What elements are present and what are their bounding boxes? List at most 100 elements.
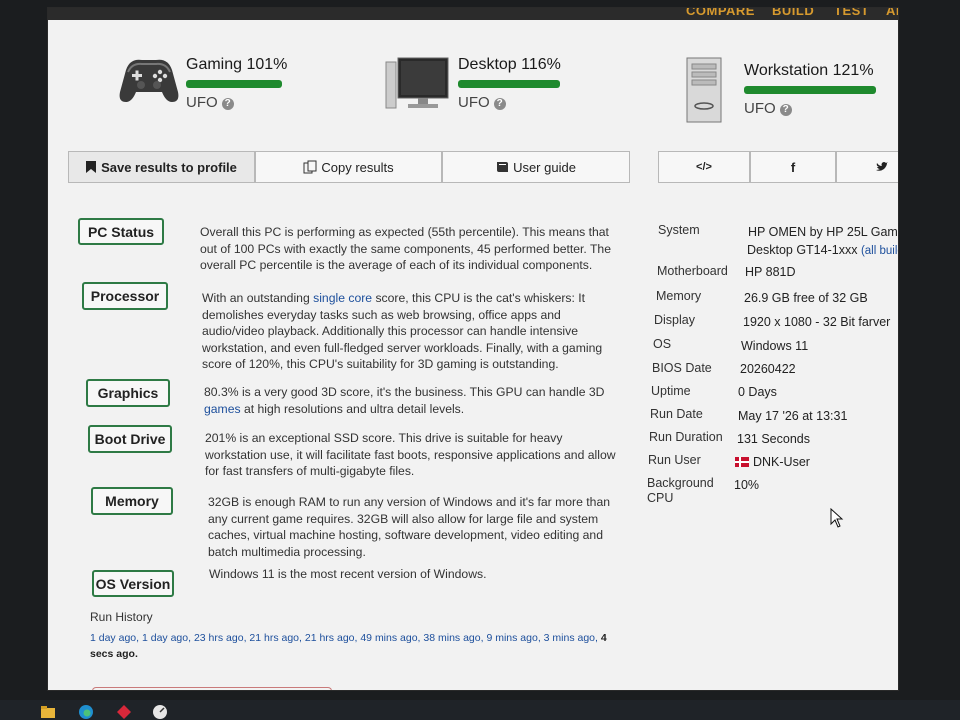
spec-system-value: HP OMEN by HP 25L Gaming bbox=[748, 225, 898, 239]
taskbar bbox=[0, 700, 960, 720]
help-icon[interactable]: ? bbox=[779, 104, 792, 116]
edge-browser-icon[interactable] bbox=[78, 704, 94, 720]
user-guide-label: User guide bbox=[513, 159, 576, 175]
spec-uptime-value: 0 Days bbox=[738, 385, 777, 399]
spec-bgcpu-value: 10% bbox=[734, 478, 760, 492]
graphics-description: 80.3% is a very good 3D score, it's the … bbox=[204, 384, 624, 417]
processor-description: With an outstanding single core score, t… bbox=[202, 290, 622, 373]
tier-workstation-bar bbox=[744, 86, 876, 94]
spec-system-label: System bbox=[658, 223, 700, 237]
tier-desktop-ufo: UFO? bbox=[458, 94, 506, 111]
desktop-monitor-icon bbox=[385, 57, 449, 109]
processor-button[interactable]: Processor bbox=[82, 282, 168, 310]
tier-desktop-score: Desktop 116% bbox=[458, 56, 561, 73]
spec-duration-label: Run Duration bbox=[649, 430, 723, 444]
pc-status-description: Overall this PC is performing as expecte… bbox=[200, 225, 611, 272]
facebook-icon: f bbox=[790, 159, 796, 175]
spec-rundate-value: May 17 '26 at 13:31 bbox=[738, 409, 848, 423]
gamepad-icon bbox=[119, 59, 179, 102]
tier-gaming-ufo-label: UFO bbox=[186, 94, 218, 111]
app-diamond-icon[interactable] bbox=[116, 704, 132, 720]
share-button-row: </> f bbox=[658, 151, 898, 183]
os-version-description: Windows 11 is the most recent version of… bbox=[209, 567, 487, 581]
memory-description: 32GB is enough RAM to run any version of… bbox=[208, 495, 611, 559]
embed-code-button[interactable]: </> bbox=[658, 151, 750, 183]
history-link[interactable]: 21 hrs ago bbox=[249, 632, 299, 644]
spec-system-value-line2: Desktop GT14-1xxx (all builds) bbox=[747, 243, 898, 257]
code-icon: </> bbox=[696, 161, 712, 173]
spec-bios-label: BIOS Date bbox=[652, 361, 712, 375]
tier-desktop: Desktop 116% UFO? bbox=[384, 54, 634, 134]
spec-os-label: OS bbox=[653, 337, 672, 351]
mouse-cursor-icon bbox=[830, 508, 844, 528]
spec-rundate-label: Run Date bbox=[650, 407, 703, 421]
nav-about[interactable]: ABOUT bbox=[886, 8, 898, 18]
denmark-flag-icon bbox=[735, 457, 749, 467]
graphics-text-b: at high resolutions and ultra detail lev… bbox=[240, 401, 465, 416]
single-core-link[interactable]: single core bbox=[313, 291, 372, 305]
spec-motherboard-label: Motherboard bbox=[657, 264, 728, 278]
history-link[interactable]: 1 day ago bbox=[90, 632, 136, 644]
graphics-button[interactable]: Graphics bbox=[86, 379, 170, 407]
memory-button[interactable]: Memory bbox=[91, 487, 173, 515]
tier-gaming-bar bbox=[186, 80, 282, 88]
history-link[interactable]: 49 mins ago bbox=[360, 632, 417, 644]
spec-runuser-name: DNK-User bbox=[753, 455, 810, 469]
processor-label: Processor bbox=[90, 288, 160, 304]
spec-runuser-value: DNK-User bbox=[735, 455, 810, 469]
gauge-app-icon[interactable] bbox=[152, 704, 168, 720]
all-builds-link[interactable]: (all builds) bbox=[861, 245, 898, 257]
spec-uptime-label: Uptime bbox=[651, 384, 691, 398]
bookmark-icon bbox=[86, 161, 97, 173]
benchmark-results-page: COMPARE BUILD TEST ABOUT Gaming 101% UFO… bbox=[48, 8, 898, 690]
spec-motherboard-value: HP 881D bbox=[745, 265, 796, 279]
run-history-title: Run History bbox=[90, 610, 153, 624]
spec-memory-value: 26.9 GB free of 32 GB bbox=[744, 291, 868, 305]
tier-workstation-ufo: UFO? bbox=[744, 100, 792, 117]
help-icon[interactable]: ? bbox=[221, 98, 234, 110]
user-guide-button[interactable]: User guide bbox=[442, 151, 630, 183]
run-history-links: 1 day ago, 1 day ago, 23 hrs ago, 21 hrs… bbox=[90, 632, 607, 660]
workstation-tower-icon bbox=[686, 57, 722, 123]
boot-drive-description: 201% is an exceptional SSD score. This d… bbox=[205, 431, 616, 478]
history-link[interactable]: 3 mins ago bbox=[544, 632, 595, 644]
tier-desktop-ufo-label: UFO bbox=[458, 94, 490, 111]
history-link[interactable]: 23 hrs ago bbox=[194, 632, 244, 644]
nav-compare[interactable]: COMPARE bbox=[686, 8, 755, 18]
history-link[interactable]: 1 day ago bbox=[142, 632, 188, 644]
spec-bgcpu-label: Background bbox=[647, 476, 714, 490]
boot-drive-button[interactable]: Boot Drive bbox=[88, 425, 172, 453]
pc-status-label: PC Status bbox=[87, 223, 155, 240]
os-version-label: OS Version bbox=[95, 575, 171, 592]
tier-gaming-score: Gaming 101% bbox=[186, 56, 288, 73]
os-version-button[interactable]: OS Version bbox=[92, 570, 174, 597]
next-section-button-edge[interactable] bbox=[92, 687, 332, 690]
top-nav-bar: COMPARE BUILD TEST ABOUT bbox=[48, 8, 898, 20]
tier-workstation: Workstation 121% UFO? bbox=[684, 56, 894, 136]
twitter-share-button[interactable] bbox=[836, 151, 898, 183]
graphics-text-a: 80.3% is a very good 3D score, it's the … bbox=[204, 385, 605, 399]
boot-drive-label: Boot Drive bbox=[94, 431, 166, 447]
spec-display-value: 1920 x 1080 - 32 Bit farver bbox=[743, 315, 891, 329]
tier-desktop-bar bbox=[458, 80, 560, 88]
history-link[interactable]: 21 hrs ago bbox=[305, 632, 355, 644]
tier-workstation-ufo-label: UFO bbox=[744, 100, 776, 117]
tier-gaming-ufo: UFO? bbox=[186, 94, 234, 111]
help-icon[interactable]: ? bbox=[493, 98, 506, 110]
spec-os-value: Windows 11 bbox=[741, 339, 809, 353]
copy-results-label: Copy results bbox=[321, 159, 394, 175]
processor-text-a: With an outstanding bbox=[202, 291, 314, 305]
history-link[interactable]: 9 mins ago bbox=[486, 632, 537, 644]
games-link[interactable]: games bbox=[204, 402, 241, 416]
nav-test[interactable]: TEST bbox=[834, 8, 869, 18]
copy-results-button[interactable]: Copy results bbox=[255, 151, 442, 183]
save-results-button[interactable]: Save results to profile bbox=[68, 151, 255, 183]
spec-duration-value: 131 Seconds bbox=[737, 432, 810, 446]
pc-status-button[interactable]: PC Status bbox=[78, 218, 164, 245]
nav-build[interactable]: BUILD bbox=[772, 8, 814, 18]
facebook-share-button[interactable]: f bbox=[750, 151, 836, 183]
history-link[interactable]: 38 mins ago bbox=[423, 632, 480, 644]
file-explorer-icon[interactable] bbox=[40, 704, 56, 720]
spec-bios-value: 20260422 bbox=[740, 362, 796, 376]
action-button-row: Save results to profile Copy results Use… bbox=[68, 151, 630, 183]
